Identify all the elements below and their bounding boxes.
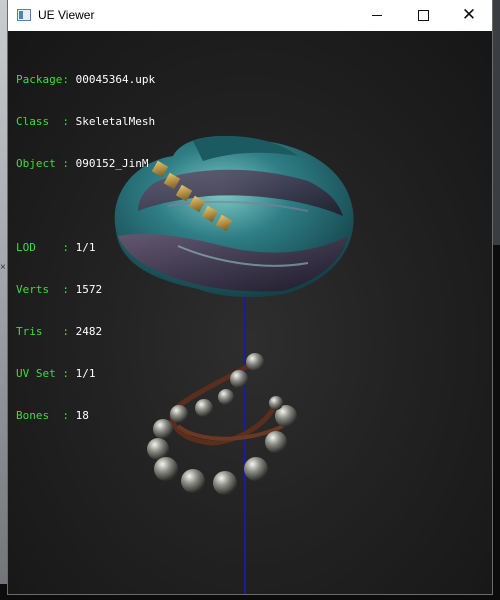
info-uvset: UV Set : 1/1 xyxy=(16,367,96,380)
info-package: Package: 00045364.upk xyxy=(16,73,156,86)
info-bones: Bones : 18 xyxy=(16,409,89,422)
minimize-button[interactable] xyxy=(354,0,400,31)
info-tris: Tris : 2482 xyxy=(16,325,103,338)
app-icon xyxy=(17,9,31,21)
minimize-icon xyxy=(372,15,382,16)
window-title: UE Viewer xyxy=(38,8,95,22)
info-verts: Verts : 1572 xyxy=(16,283,103,296)
3d-viewport[interactable]: Package: 00045364.upk Class : SkeletalMe… xyxy=(8,31,492,594)
close-button[interactable]: ✕ xyxy=(446,0,492,31)
viewer-window: UE Viewer ✕ Package: 00045364.upk Class … xyxy=(8,0,492,594)
pearl-necklace-mesh xyxy=(147,353,297,495)
info-object: Object : 090152_JinM xyxy=(16,157,149,170)
desktop-background xyxy=(0,0,8,600)
close-icon: ✕ xyxy=(461,5,477,25)
info-class: Class : SkeletalMesh xyxy=(16,115,156,128)
desktop-glyph: × xyxy=(0,262,6,273)
maximize-icon xyxy=(417,10,429,21)
mesh-info-overlay: Package: 00045364.upk Class : SkeletalMe… xyxy=(16,45,155,451)
maximize-button[interactable] xyxy=(400,0,446,31)
title-bar[interactable]: UE Viewer ✕ xyxy=(8,0,492,31)
info-lod: LOD : 1/1 xyxy=(16,241,96,254)
